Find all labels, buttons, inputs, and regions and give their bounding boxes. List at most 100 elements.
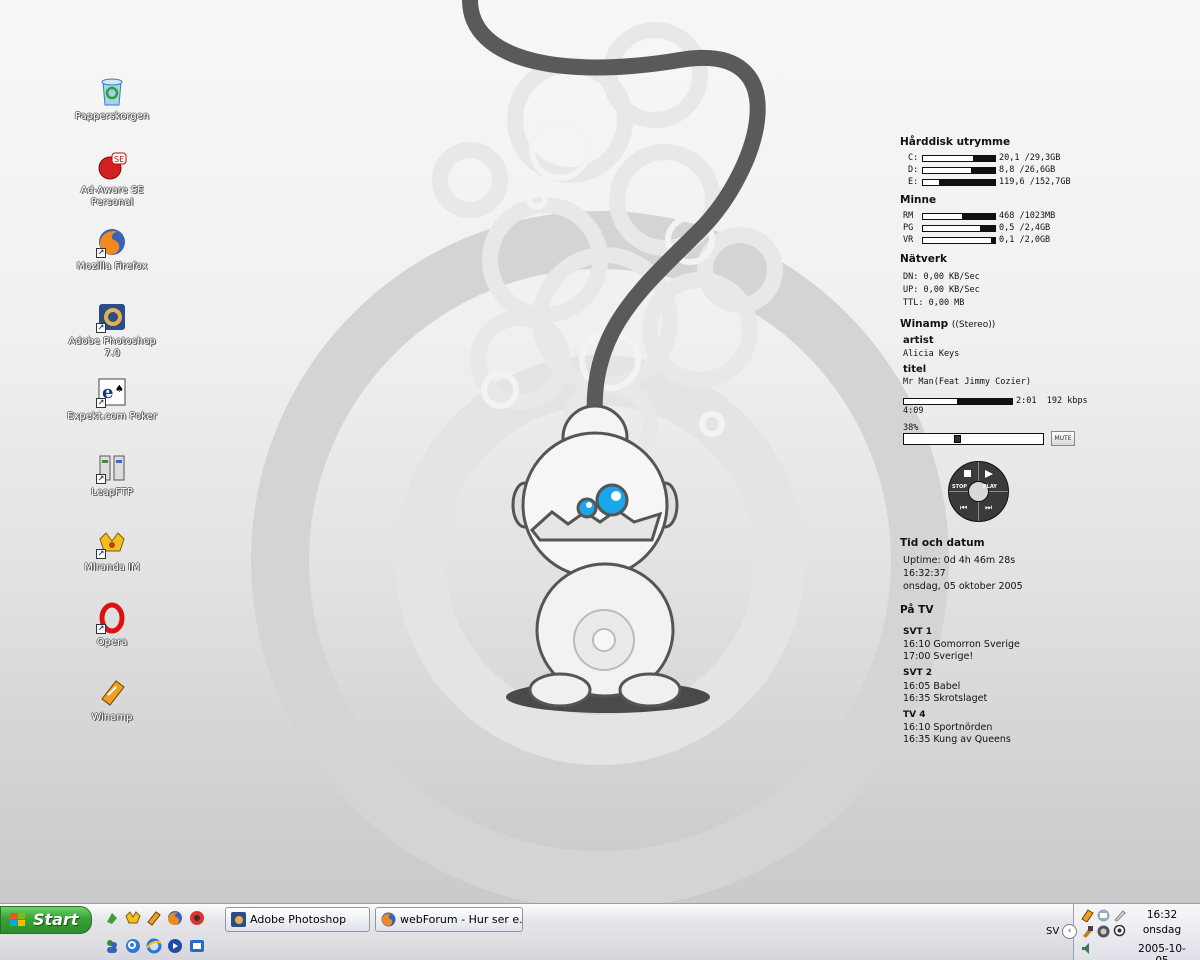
shield-tray-icon[interactable] xyxy=(1097,925,1110,938)
taskbar-clock-date[interactable]: 2005-10-05 xyxy=(1132,943,1192,960)
winamp-artist-label: artist xyxy=(903,335,934,346)
winamp-volume-thumb[interactable] xyxy=(953,435,961,443)
play-label: PLAY xyxy=(983,484,997,490)
photoshop-icon: ↗ xyxy=(96,301,128,333)
robot-eye-left xyxy=(595,483,629,517)
date-text: onsdag, 05 oktober 2005 xyxy=(903,581,1023,592)
media-player-ql-icon[interactable] xyxy=(167,938,183,954)
desktop-icon-leapftp[interactable]: ↗ LeapFTP xyxy=(67,452,157,499)
desktop-icon-winamp[interactable]: Winamp xyxy=(67,677,157,724)
chevron-left-icon: ‹ xyxy=(1067,926,1072,936)
memory-usage-bar xyxy=(922,224,996,232)
outlook-ql-icon[interactable] xyxy=(189,938,205,954)
tv-show: 17:00 Sverige! xyxy=(903,651,974,662)
desktop-icon-label: Expekt.com Poker xyxy=(67,411,157,422)
desktop-icon-label: Winamp xyxy=(91,712,133,723)
volume-tray-icon[interactable] xyxy=(1081,942,1094,955)
bar-fill xyxy=(972,155,995,161)
memory-row-rm: RM 468 /1023MB xyxy=(903,210,1055,222)
firefox-icon: ↗ xyxy=(96,226,128,258)
search-ql-icon[interactable] xyxy=(125,938,141,954)
bar-fill xyxy=(961,213,995,219)
webcam-tray-icon[interactable] xyxy=(1113,925,1126,938)
tv-show: 16:10 Sportnörden xyxy=(903,722,993,733)
winamp-progress-row: 2:01 192 kbps xyxy=(903,395,1088,407)
winamp-ql-icon[interactable] xyxy=(104,910,120,926)
ie-ql-icon[interactable] xyxy=(146,938,162,954)
winamp-progress-bar[interactable] xyxy=(903,397,1013,405)
memory-usage-bar xyxy=(922,236,996,244)
network-download: DN: 0,00 KB/Sec xyxy=(903,272,980,282)
svg-text:SE: SE xyxy=(114,155,124,164)
winamp-artist: Alicia Keys xyxy=(903,349,960,359)
play-icon xyxy=(985,470,993,478)
task-label: webForum - Hur ser e... xyxy=(400,913,523,926)
windows-flag-icon xyxy=(10,913,25,926)
tv-show: 16:10 Gomorron Sverige xyxy=(903,639,1020,650)
bar-fill xyxy=(991,237,995,243)
messenger-ql-icon[interactable] xyxy=(104,938,120,954)
tool-tray-icon[interactable] xyxy=(1081,925,1094,938)
desktop-icon-label: Opera xyxy=(96,637,128,648)
desktop-icon-recycle-bin[interactable]: Papperskorgen xyxy=(67,76,157,123)
adaware-icon: SE xyxy=(96,150,128,182)
desktop-icon-expekt[interactable]: e ♠ ↗ Expekt.com Poker xyxy=(67,376,157,423)
language-indicator[interactable]: SV xyxy=(1046,926,1059,937)
svg-text:♠: ♠ xyxy=(115,384,124,395)
disk-row-c: C: 20,1 /29,3GB xyxy=(908,152,1060,164)
network-total: TTL: 0,00 MB xyxy=(903,298,965,308)
tv-show: 16:05 Babel xyxy=(903,681,961,692)
start-button[interactable]: Start xyxy=(0,906,92,934)
leapftp-icon: ↗ xyxy=(96,452,128,484)
prev-button[interactable]: ⏮ xyxy=(956,500,976,516)
desktop-icon-firefox[interactable]: ↗ Mozilla Firefox xyxy=(67,226,157,273)
memory-key: PG xyxy=(903,223,914,233)
bar-fill xyxy=(971,167,995,173)
opera-icon: ↗ xyxy=(96,602,128,634)
taskbar-clock-time[interactable]: 16:32 xyxy=(1132,909,1192,921)
network-tray-icon[interactable] xyxy=(1097,909,1110,922)
disk-key: C: xyxy=(908,153,919,163)
winamp-bitrate: 192 kbps xyxy=(1046,396,1088,406)
disk-value: 119,6 /152,7GB xyxy=(999,177,1071,187)
disk-key: E: xyxy=(908,177,919,187)
network-upload: UP: 0,00 KB/Sec xyxy=(903,285,980,295)
desktop-icon-miranda[interactable]: ↗ Miranda IM xyxy=(67,527,157,574)
stop-button[interactable]: STOP xyxy=(951,468,977,494)
desktop-icon-opera[interactable]: ↗ Opera xyxy=(67,602,157,649)
mute-button[interactable]: MUTE xyxy=(1051,431,1075,446)
recycle-bin-icon xyxy=(96,76,128,108)
winamp-elapsed: 2:01 xyxy=(1016,396,1037,406)
pen-tray-icon[interactable] xyxy=(1113,909,1126,922)
desktop-icon-adaware[interactable]: SE Ad-Aware SE Personal xyxy=(67,150,157,209)
tv-channel-name: SVT 2 xyxy=(903,668,932,678)
winamp-volume-slider[interactable] xyxy=(903,433,1044,445)
miranda-ql-icon[interactable] xyxy=(125,910,141,926)
winamp-title-label: titel xyxy=(903,364,927,375)
winamp-tray-icon[interactable] xyxy=(1081,909,1094,922)
task-label: Adobe Photoshop xyxy=(250,913,347,926)
expekt-icon: e ♠ ↗ xyxy=(96,376,128,408)
disk-value: 8,8 /26,6GB xyxy=(999,165,1056,175)
winamp-mode: ((Stereo)) xyxy=(951,320,996,330)
task-button-firefox[interactable]: webForum - Hur ser e... xyxy=(375,907,523,932)
memory-key: RM xyxy=(903,211,914,221)
opera-ql-icon[interactable] xyxy=(189,910,205,926)
desktop-icon-photoshop[interactable]: ↗ Adobe Photoshop 7.0 xyxy=(67,301,157,360)
network-section-title: Nätverk xyxy=(900,253,948,265)
disk-usage-bar xyxy=(922,154,996,162)
task-button-photoshop[interactable]: Adobe Photoshop xyxy=(225,907,370,932)
firefox-ql-icon[interactable] xyxy=(167,910,183,926)
play-button[interactable]: PLAY xyxy=(981,468,1007,494)
tray-expand-button[interactable]: ‹ xyxy=(1062,924,1077,939)
clock-text: 16:32:37 xyxy=(903,568,946,579)
winamp-bolt-ql-icon[interactable] xyxy=(146,910,162,926)
desktop-icon-label: Papperskorgen xyxy=(74,111,150,122)
memory-value: 0,1 /2,0GB xyxy=(999,235,1051,245)
next-button[interactable]: ⏭ xyxy=(982,500,1002,516)
disk-usage-bar xyxy=(922,178,996,186)
tv-channel-name: TV 4 xyxy=(903,710,926,720)
desktop-icon-label: LeapFTP xyxy=(91,487,133,498)
taskbar-clock-day[interactable]: onsdag xyxy=(1132,924,1192,936)
wallpaper xyxy=(251,0,949,905)
